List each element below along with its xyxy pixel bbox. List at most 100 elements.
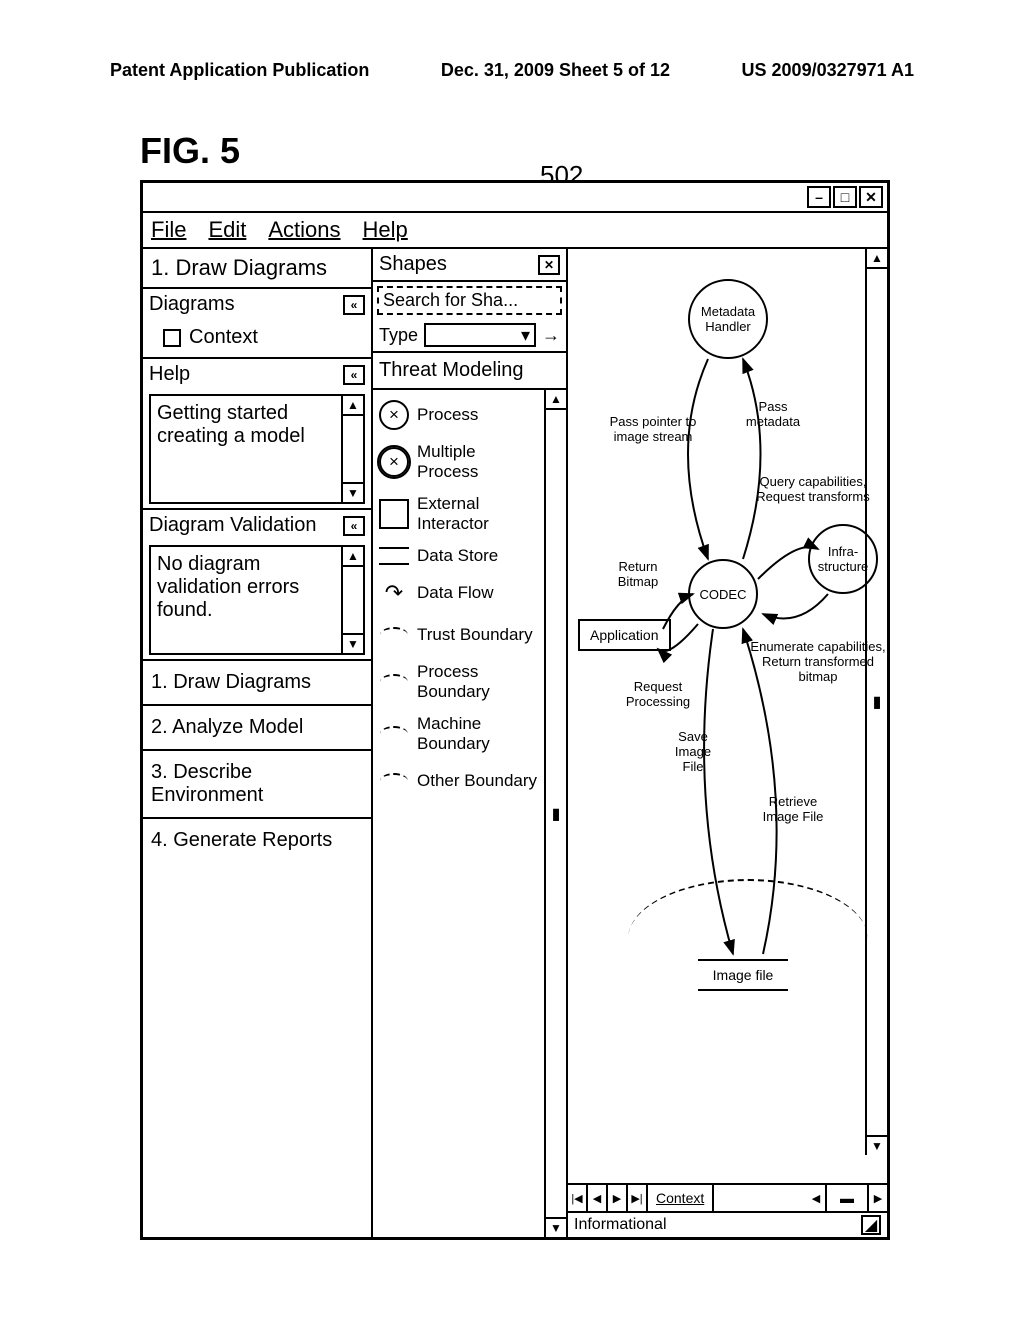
label-request-proc: Request Processing xyxy=(618,679,698,709)
hscroll-left-icon[interactable]: ◀ xyxy=(807,1185,827,1211)
diagram-canvas[interactable]: Metadata Handler CODEC Infra-structure A… xyxy=(568,249,887,1183)
menu-help[interactable]: Help xyxy=(363,217,408,243)
shape-label: Data Store xyxy=(417,546,498,566)
tab-last-icon[interactable]: ▶| xyxy=(628,1185,648,1211)
process-boundary-icon xyxy=(379,667,409,697)
shapes-items: × Process × Multiple Process External In… xyxy=(373,390,544,1237)
scrollbar[interactable]: ▲ ▼ xyxy=(341,547,363,653)
shape-multiple-process[interactable]: × Multiple Process xyxy=(377,436,540,488)
shape-label: Process Boundary xyxy=(417,662,538,702)
context-label: Context xyxy=(189,326,258,349)
close-icon[interactable]: ✕ xyxy=(538,255,560,275)
scrollbar[interactable]: ▲ ▼ xyxy=(341,396,363,502)
nav-describe-environment[interactable]: 3. Describe Environment xyxy=(143,749,371,817)
type-dropdown[interactable]: ▾ xyxy=(424,323,536,347)
shape-label: Data Flow xyxy=(417,583,494,603)
scroll-up-icon[interactable]: ▲ xyxy=(343,396,363,416)
machine-boundary-icon xyxy=(379,719,409,749)
scroll-up-icon[interactable]: ▲ xyxy=(867,249,887,269)
figure-label: FIG. 5 xyxy=(140,130,240,172)
app-window: – □ ✕ File Edit Actions Help 1. Draw Dia… xyxy=(140,180,890,1240)
shape-trust-boundary[interactable]: Trust Boundary xyxy=(377,614,540,656)
shape-label: Machine Boundary xyxy=(417,714,538,754)
trust-boundary-icon xyxy=(379,620,409,650)
label-return-bitmap: Return Bitmap xyxy=(598,559,678,589)
shape-label: Multiple Process xyxy=(417,442,538,482)
canvas-vscroll[interactable]: ▲ ▮ ▼ xyxy=(865,249,887,1155)
help-panel: Help « Getting started creating a model … xyxy=(143,359,371,510)
shape-process-boundary[interactable]: Process Boundary xyxy=(377,656,540,708)
node-label: Metadata Handler xyxy=(690,304,766,334)
shape-machine-boundary[interactable]: Machine Boundary xyxy=(377,708,540,760)
shape-other-boundary[interactable]: Other Boundary xyxy=(377,760,540,802)
close-button[interactable]: ✕ xyxy=(859,186,883,208)
tab-context[interactable]: Context xyxy=(648,1185,714,1211)
validation-text: No diagram validation errors found. xyxy=(151,547,341,653)
label-pass-metadata: Pass metadata xyxy=(733,399,813,429)
data-store-icon xyxy=(379,547,409,565)
menu-file[interactable]: File xyxy=(151,217,186,243)
tab-next-icon[interactable]: ▶ xyxy=(608,1185,628,1211)
shapes-scrollbar[interactable]: ▲ ▮ ▼ xyxy=(544,390,566,1237)
nav-generate-reports[interactable]: 4. Generate Reports xyxy=(143,817,371,862)
label-query-cap: Query capabilities, Request transforms xyxy=(748,474,878,504)
nav-list: 1. Draw Diagrams 2. Analyze Model 3. Des… xyxy=(143,661,371,862)
scroll-down-icon[interactable]: ▼ xyxy=(867,1135,887,1155)
menu-edit[interactable]: Edit xyxy=(208,217,246,243)
section-title: 1. Draw Diagrams xyxy=(143,249,371,289)
node-label: CODEC xyxy=(700,587,747,602)
header-center: Dec. 31, 2009 Sheet 5 of 12 xyxy=(441,60,670,81)
titlebar: – □ ✕ xyxy=(143,183,887,213)
collapse-icon[interactable]: « xyxy=(343,295,365,315)
statusbar: Informational ◢ xyxy=(568,1211,887,1237)
menu-actions[interactable]: Actions xyxy=(268,217,340,243)
resize-grip-icon[interactable]: ◢ xyxy=(861,1215,881,1235)
trust-boundary[interactable] xyxy=(628,879,868,999)
scroll-down-icon[interactable]: ▼ xyxy=(343,633,363,653)
shape-data-store[interactable]: Data Store xyxy=(377,540,540,572)
checkbox-icon[interactable] xyxy=(163,329,181,347)
shape-process[interactable]: × Process xyxy=(377,394,540,436)
tab-first-icon[interactable]: |◀ xyxy=(568,1185,588,1211)
main-content: 1. Draw Diagrams Diagrams « Context Help… xyxy=(143,249,887,1237)
label-retrieve-img: Retrieve Image File xyxy=(753,794,833,824)
scroll-up-icon[interactable]: ▲ xyxy=(343,547,363,567)
scroll-down-icon[interactable]: ▼ xyxy=(343,482,363,502)
status-text: Informational xyxy=(574,1216,667,1234)
tab-prev-icon[interactable]: ◀ xyxy=(588,1185,608,1211)
left-column: 1. Draw Diagrams Diagrams « Context Help… xyxy=(143,249,373,1237)
context-item[interactable]: Context xyxy=(163,326,363,349)
minimize-button[interactable]: – xyxy=(807,186,831,208)
node-metadata-handler[interactable]: Metadata Handler xyxy=(688,279,768,359)
shapes-list-title: Threat Modeling xyxy=(373,353,566,390)
external-interactor-icon xyxy=(379,499,409,529)
node-application[interactable]: Application xyxy=(578,619,671,651)
diagrams-title: Diagrams xyxy=(149,293,235,316)
flow-arrows xyxy=(568,249,887,1183)
search-input[interactable]: Search for Sha... xyxy=(377,286,562,315)
canvas-tab-row: |◀ ◀ ▶ ▶| Context ◀ ▬ ▶ xyxy=(568,1183,887,1211)
label-pass-pointer: Pass pointer to image stream xyxy=(598,414,708,444)
chevron-down-icon: ▾ xyxy=(521,325,530,346)
header-left: Patent Application Publication xyxy=(110,60,369,81)
scroll-down-icon[interactable]: ▼ xyxy=(546,1217,566,1237)
nav-analyze-model[interactable]: 2. Analyze Model xyxy=(143,704,371,749)
shape-external-interactor[interactable]: External Interactor xyxy=(377,488,540,540)
collapse-icon[interactable]: « xyxy=(343,365,365,385)
help-text: Getting started creating a model xyxy=(151,396,341,502)
page-header: Patent Application Publication Dec. 31, … xyxy=(0,0,1024,101)
maximize-button[interactable]: □ xyxy=(833,186,857,208)
shape-label: Other Boundary xyxy=(417,771,537,791)
node-codec[interactable]: CODEC xyxy=(688,559,758,629)
scroll-thumb[interactable]: ▮ xyxy=(546,410,566,1217)
hscroll-right-icon[interactable]: ▶ xyxy=(867,1185,887,1211)
nav-draw-diagrams[interactable]: 1. Draw Diagrams xyxy=(143,661,371,704)
multiple-process-icon: × xyxy=(379,447,409,477)
collapse-icon[interactable]: « xyxy=(343,516,365,536)
scroll-up-icon[interactable]: ▲ xyxy=(546,390,566,410)
shape-data-flow[interactable]: Data Flow xyxy=(377,572,540,614)
arrow-icon: → xyxy=(542,325,560,346)
process-icon: × xyxy=(379,400,409,430)
scroll-thumb[interactable]: ▬ xyxy=(827,1190,867,1206)
scroll-thumb[interactable]: ▮ xyxy=(867,269,887,1135)
